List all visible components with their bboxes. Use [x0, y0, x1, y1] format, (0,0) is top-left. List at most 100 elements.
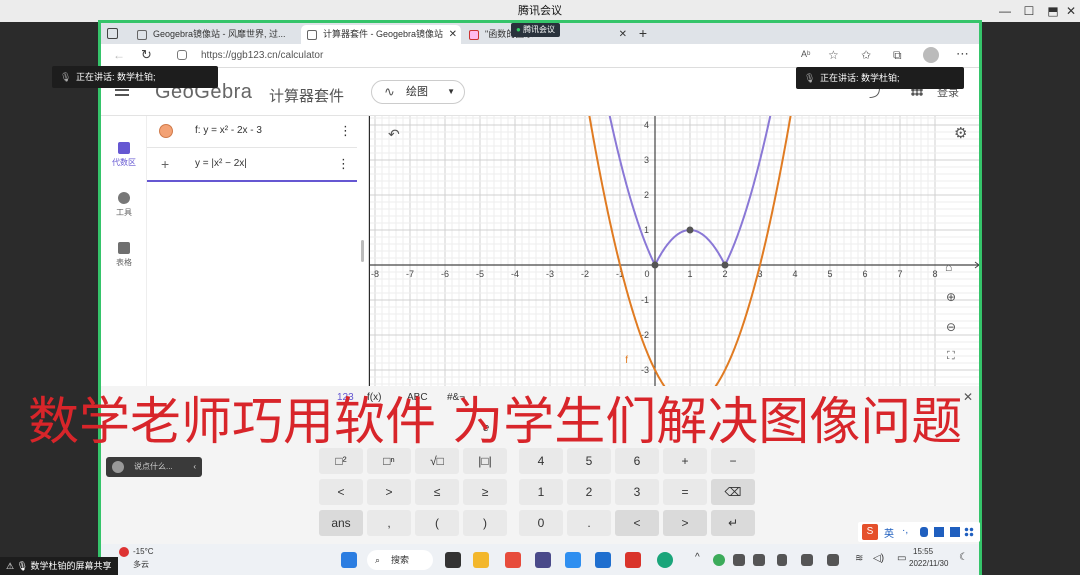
notification-icon[interactable]: ☾ [959, 552, 968, 563]
resize-handle[interactable] [361, 240, 364, 262]
wps-icon[interactable] [625, 552, 641, 568]
app-icon[interactable] [565, 552, 581, 568]
meeting-badge: ● 腾讯会议 [511, 23, 561, 37]
digit-0-key[interactable]: 0 [519, 510, 563, 536]
skin-icon[interactable] [950, 527, 960, 537]
visibility-toggle-icon[interactable] [159, 124, 173, 138]
equals-key[interactable]: = [663, 479, 707, 505]
task-view-icon[interactable] [445, 552, 461, 568]
geogebra-sidebar: 代数区 工具 表格 [101, 116, 147, 386]
algebra-input[interactable]: f: y = x² - 2x - 3 [195, 125, 262, 136]
left-paren-key[interactable]: ( [415, 510, 459, 536]
cursor-right-key[interactable]: > [663, 510, 707, 536]
punctuation-icon[interactable]: ·, [902, 525, 908, 536]
chevron-left-icon[interactable]: ‹ [193, 457, 196, 477]
zoom-out-icon[interactable]: ⊖ [946, 320, 956, 334]
favorites-list-icon[interactable]: ✩ [861, 48, 871, 62]
start-icon[interactable] [341, 552, 357, 568]
home-icon[interactable]: ⌂ [945, 260, 952, 274]
tray-app-icon[interactable] [713, 554, 725, 566]
emoji-icon[interactable] [112, 461, 124, 473]
algebra-row-f[interactable]: f: y = x² - 2x - 3 ⋮ [147, 116, 357, 148]
clock-date[interactable]: 2022/11/30 [909, 559, 948, 568]
graph-canvas[interactable]: -8 -7 -6 -5 -4 -3 -2 -1 0 1 2 3 4 5 6 7 84321-1-2-3f [370, 116, 979, 386]
app-icon[interactable] [505, 552, 521, 568]
sidebar-item-algebra[interactable]: 代数区 [101, 142, 147, 168]
graph-point [686, 226, 694, 234]
taskbar-search[interactable]: ⌕ 搜索 [367, 550, 433, 570]
mic-icon[interactable] [777, 554, 787, 566]
sidebar-item-tools[interactable]: 工具 [101, 192, 147, 218]
minimize-icon[interactable]: — [994, 0, 1016, 22]
digit-3-key[interactable]: 3 [615, 479, 659, 505]
more-icon[interactable]: ⋯ [956, 46, 969, 62]
wifi-icon[interactable]: ≋ [855, 553, 863, 564]
tray-chevron-icon[interactable]: ^ [695, 552, 700, 563]
decimal-key[interactable]: . [567, 510, 611, 536]
back-icon[interactable]: ← [113, 48, 125, 62]
undo-icon[interactable]: ↶ [388, 126, 400, 143]
enter-key[interactable]: ↵ [711, 510, 755, 536]
plus-icon[interactable]: + [161, 156, 169, 172]
restore-icon[interactable]: ☐ [1018, 0, 1040, 22]
row-menu-icon[interactable]: ⋮ [337, 156, 350, 172]
digit-1-key[interactable]: 1 [519, 479, 563, 505]
collections-icon[interactable]: ⧉ [893, 48, 902, 63]
tray-app-icon[interactable] [733, 554, 745, 566]
refresh-icon[interactable]: ↻ [141, 47, 152, 63]
row-menu-icon[interactable]: ⋮ [339, 123, 352, 139]
ime-mode[interactable]: 英 [884, 525, 894, 540]
geq-key[interactable]: ≥ [463, 479, 507, 505]
digit-2-key[interactable]: 2 [567, 479, 611, 505]
ans-key[interactable]: ans [319, 510, 363, 536]
toolbox-icon[interactable] [964, 527, 974, 537]
battery-icon[interactable]: ▭ [897, 553, 906, 564]
volume-icon[interactable]: ◁) [873, 553, 884, 564]
chat-input[interactable]: 说点什么... ‹ [106, 457, 202, 477]
file-explorer-icon[interactable] [473, 552, 489, 568]
tray-app-icon[interactable] [801, 554, 813, 566]
x-tick-label: -7 [406, 269, 414, 279]
algebra-input[interactable]: y = |x² − 2x| [195, 158, 247, 169]
backspace-key[interactable]: ⌫ [711, 479, 755, 505]
read-aloud-icon[interactable]: Aᵇ [801, 49, 810, 59]
right-paren-key[interactable]: ) [463, 510, 507, 536]
tab-calculator-suite[interactable]: 计算器套件 - Geogebra镜像站 ✕ [301, 25, 461, 44]
table-icon [118, 242, 130, 254]
function-label: f [625, 355, 628, 366]
comma-key[interactable]: , [367, 510, 411, 536]
sidebar-item-table[interactable]: 表格 [101, 242, 147, 268]
url-field[interactable]: https://ggb123.cn/calculator [201, 47, 761, 65]
close-icon[interactable]: ✕ [1060, 0, 1080, 22]
window-menu-icon[interactable] [107, 28, 118, 39]
sogou-icon[interactable]: S [862, 524, 878, 540]
graph-mode-icon: ∿ [384, 84, 395, 99]
cursor-left-key[interactable]: < [615, 510, 659, 536]
clock-time[interactable]: 15:55 [913, 547, 933, 556]
tray-app-icon[interactable] [753, 554, 765, 566]
app-icon[interactable] [595, 552, 611, 568]
profile-avatar[interactable] [923, 47, 939, 63]
algebra-row-abs[interactable]: + y = |x² − 2x| ⋮ [147, 148, 357, 182]
tab-geogebra-mirror[interactable]: Geogebra镜像站 - 风靡世界, 过... [131, 25, 301, 44]
edge-icon[interactable] [657, 552, 673, 568]
new-tab-button[interactable]: + [633, 23, 653, 44]
less-than-key[interactable]: < [319, 479, 363, 505]
x-tick-label: 2 [722, 269, 727, 279]
keyboard-icon[interactable] [934, 527, 944, 537]
fullscreen-icon[interactable]: ⛶ [947, 350, 955, 363]
tools-icon [118, 192, 130, 204]
zoom-in-icon[interactable]: ⊕ [946, 290, 956, 304]
voice-icon[interactable] [920, 527, 928, 537]
close-tab-icon[interactable]: ✕ [449, 25, 457, 44]
graph-point [721, 261, 729, 269]
close-tab-icon[interactable]: ✕ [619, 25, 627, 44]
leq-key[interactable]: ≤ [415, 479, 459, 505]
calculator-icon [118, 142, 130, 154]
tray-app-icon[interactable] [827, 554, 839, 566]
app-mode-dropdown[interactable]: ∿ 绘图 ▼ [371, 80, 465, 104]
settings-gear-icon[interactable]: ⚙ [954, 124, 967, 142]
app-icon[interactable] [535, 552, 551, 568]
favorite-icon[interactable]: ☆ [828, 48, 839, 62]
greater-than-key[interactable]: > [367, 479, 411, 505]
